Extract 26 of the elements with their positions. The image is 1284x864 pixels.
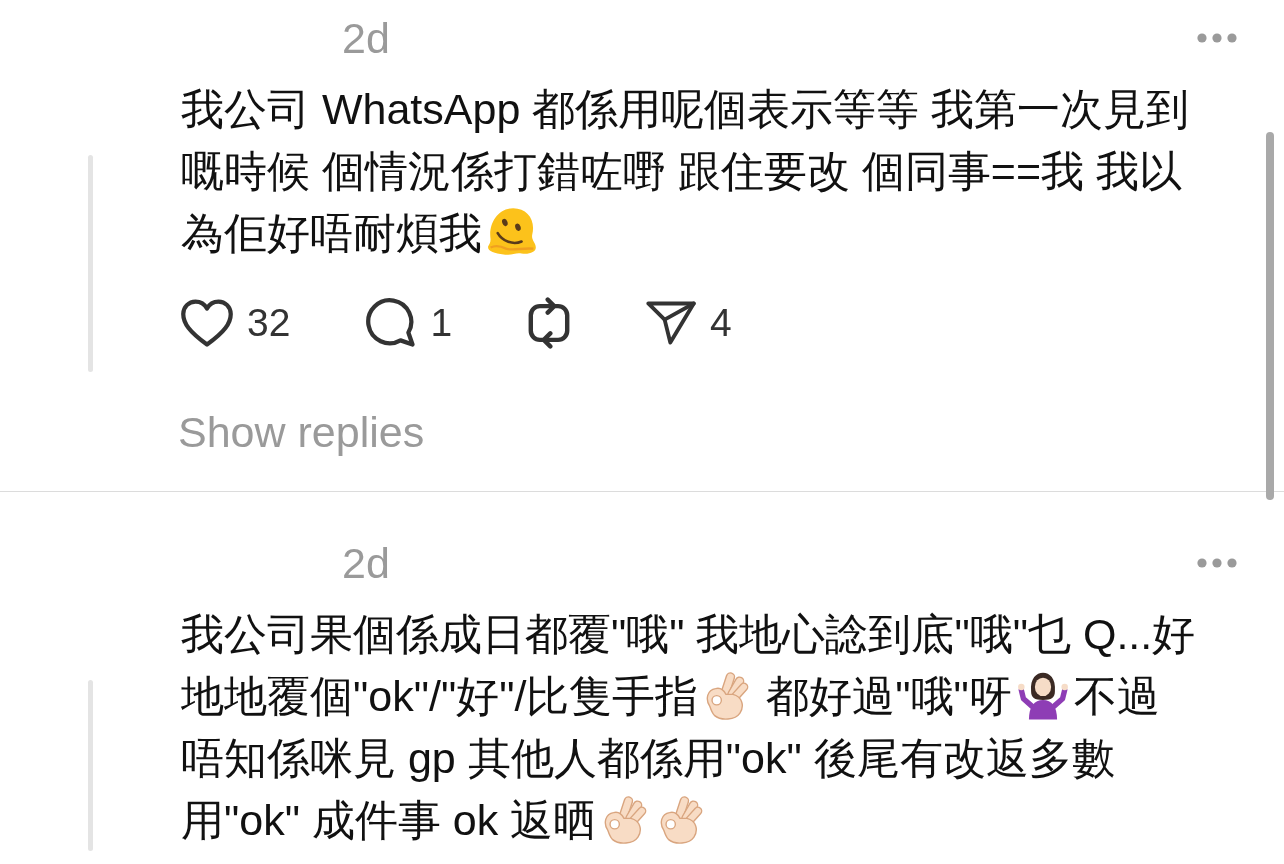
timestamp: 2d <box>342 538 390 589</box>
repost-icon <box>528 297 571 349</box>
comment-text: 嘅時候 個情況係打錯咗嘢 跟住要改 個同事==我 我以 <box>181 147 1182 195</box>
comment-text: 我公司果個係成日都覆"哦" 我地心諗到底"哦"乜 Q...好 <box>181 610 1196 658</box>
comment-text: 用"ok" 成件事 ok 返晒 <box>181 796 597 844</box>
comment-text: 為佢好唔耐煩我 <box>181 209 482 257</box>
melting-face-icon <box>487 207 537 257</box>
repost-button[interactable] <box>528 298 571 348</box>
comment-text: 地地覆個"ok"/"好"/比隻手指 <box>181 672 699 720</box>
share-button[interactable]: 4 <box>646 298 732 348</box>
comment-text: 不過 <box>1073 672 1160 720</box>
shrugging-person-icon <box>1016 670 1069 720</box>
more-icon <box>1197 33 1237 43</box>
paper-plane-icon <box>646 301 697 345</box>
reply-button[interactable]: 1 <box>366 298 453 348</box>
like-button[interactable]: 32 <box>181 298 291 348</box>
scrollbar[interactable] <box>1266 132 1274 500</box>
more-button[interactable] <box>1197 33 1237 43</box>
timestamp: 2d <box>342 13 390 64</box>
more-icon <box>1197 558 1237 568</box>
comment-text: 我公司 WhatsApp 都係用呢個表示等等 我第一次見到 <box>181 85 1190 133</box>
heart-icon <box>181 299 233 347</box>
speech-bubble-icon <box>366 298 417 348</box>
more-button[interactable] <box>1197 558 1237 568</box>
comment-text: 唔知係咪見 gp 其他人都係用"ok" 後尾有改返多數 <box>181 734 1115 782</box>
comment-text: 都好過"哦"呀 <box>765 672 1012 720</box>
